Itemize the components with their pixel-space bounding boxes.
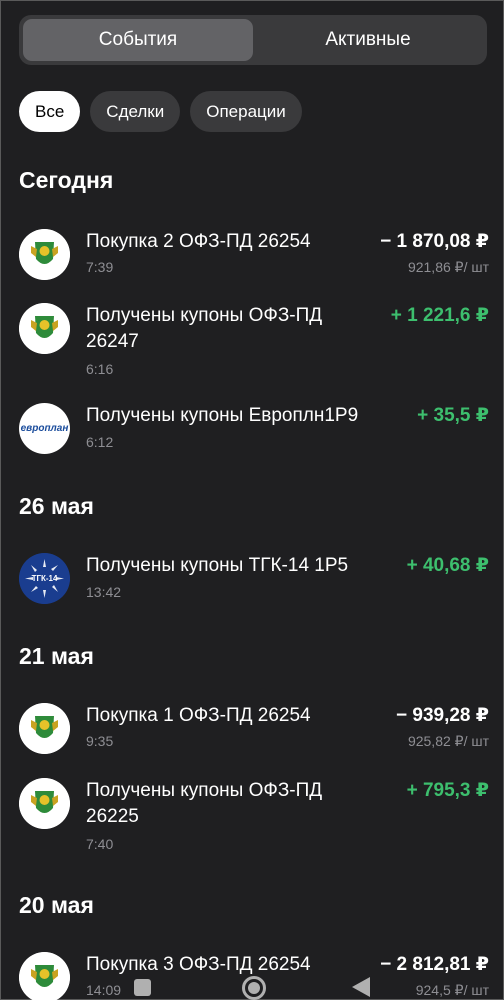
system-navbar	[1, 971, 504, 1000]
filter-chips: Все Сделки Операции	[19, 91, 302, 132]
tgk14-logo-icon: ТГК-14	[19, 553, 70, 604]
item-amount: − 1 870,08 ₽	[380, 231, 489, 252]
filter-all[interactable]: Все	[19, 91, 81, 132]
item-price: 925,82 ₽/ шт	[407, 733, 489, 749]
item-title: Покупка 2 ОФЗ-ПД 26254	[86, 231, 311, 252]
item-amount: + 40,68 ₽	[406, 555, 489, 576]
evroplan-logo-icon: европлан	[19, 403, 70, 454]
list-item[interactable]: Получены купоны ОФЗ-ПД 26247 6:16 + 1 22…	[19, 303, 489, 381]
list-item[interactable]: ТГК-14 Получены купоны ТГК-14 1Р5 13:42 …	[19, 553, 489, 605]
item-amount: + 35,5 ₽	[417, 405, 489, 426]
evroplan-logo-text: европлан	[20, 423, 69, 434]
section-title-21-may: 21 мая	[19, 643, 94, 669]
tab-events[interactable]: События	[23, 19, 253, 61]
list-item[interactable]: Покупка 2 ОФЗ-ПД 26254 7:39 − 1 870,08 ₽…	[19, 229, 489, 281]
item-title: Получены купоны ОФЗ-ПД 26247	[86, 305, 323, 352]
list-item[interactable]: европлан Получены купоны Европлн1Р9 6:12…	[19, 403, 489, 455]
list-item[interactable]: Получены купоны ОФЗ-ПД 26225 7:40 + 795,…	[19, 778, 489, 856]
item-title: Получены купоны ТГК-14 1Р5	[86, 555, 349, 576]
item-time: 6:16	[86, 361, 114, 377]
section-title-20-may: 20 мая	[19, 892, 94, 918]
ofz-emblem-icon	[19, 303, 70, 354]
item-title: Покупка 1 ОФЗ-ПД 26254	[86, 705, 311, 726]
item-time: 9:35	[86, 733, 114, 749]
home-icon[interactable]	[242, 976, 266, 1000]
ofz-emblem-icon	[19, 703, 70, 754]
item-time: 7:39	[86, 259, 114, 275]
item-time: 13:42	[86, 584, 122, 600]
ofz-emblem-icon	[19, 229, 70, 280]
recent-apps-icon[interactable]	[134, 979, 151, 996]
item-price: 921,86 ₽/ шт	[407, 259, 489, 275]
segmented-control: События Активные	[19, 15, 487, 65]
item-title: Получены купоны Европлн1Р9	[86, 405, 359, 426]
list-item[interactable]: Покупка 1 ОФЗ-ПД 26254 9:35 − 939,28 ₽ 9…	[19, 703, 489, 755]
filter-deals[interactable]: Сделки	[90, 91, 181, 132]
section-title-today: Сегодня	[19, 167, 114, 193]
item-title: Получены купоны ОФЗ-ПД 26225	[86, 780, 323, 827]
item-amount: + 1 221,6 ₽	[390, 305, 489, 326]
tgk14-logo-text: ТГК-14	[31, 574, 58, 583]
ofz-emblem-icon	[19, 778, 70, 829]
section-title-26-may: 26 мая	[19, 493, 94, 519]
tab-assets[interactable]: Активные	[253, 19, 483, 61]
filter-operations[interactable]: Операции	[190, 91, 302, 132]
item-amount: − 939,28 ₽	[396, 705, 489, 726]
item-time: 6:12	[86, 434, 114, 450]
back-icon[interactable]	[352, 977, 370, 1000]
item-amount: + 795,3 ₽	[406, 780, 489, 801]
item-time: 7:40	[86, 836, 114, 852]
